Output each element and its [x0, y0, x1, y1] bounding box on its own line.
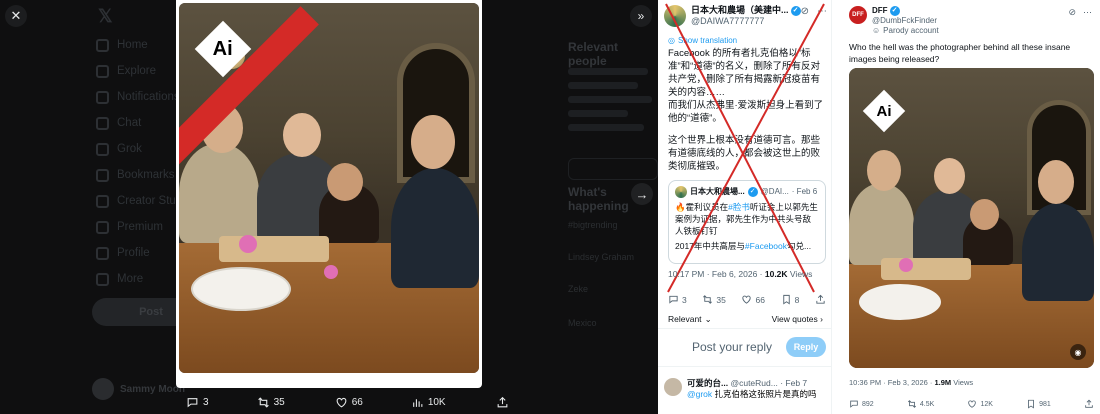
show-translation-link[interactable]: ◎ Show translation	[668, 36, 737, 45]
share-icon	[816, 294, 825, 304]
trend-item: #bigtrending	[568, 220, 618, 230]
nav-profile: Profile	[96, 244, 150, 262]
reply-action[interactable]: 3	[186, 396, 209, 409]
mask-icon: ☺	[872, 26, 881, 35]
tweet-body: Facebook 的所有者扎克伯格以“标准”和“道德”的名义，删除了所有反对共产…	[668, 48, 824, 172]
nav-more: More	[96, 270, 143, 288]
share-action[interactable]	[1084, 399, 1094, 409]
verified-icon: ✓	[747, 187, 758, 197]
photo-frame: Ai	[176, 0, 482, 388]
tweet-header-icons: ⊘ ⋯	[1068, 7, 1092, 18]
bookmark-icon	[782, 294, 790, 305]
bookmark-action[interactable]: 981	[1026, 399, 1051, 409]
heart-icon	[336, 397, 347, 407]
trend-item: Mexico	[568, 318, 597, 328]
right-tweet: DFF DFF ✓ @DumbFckFinder ☺ Parody account …	[843, 0, 1100, 414]
next-image-icon[interactable]: →	[631, 183, 653, 205]
like-action[interactable]: 66	[741, 294, 765, 305]
globe-icon: ◎	[668, 36, 675, 45]
author-name[interactable]: 日本大和農場（美建中... ✓	[691, 5, 801, 16]
heart-icon	[968, 400, 977, 408]
sort-relevant[interactable]: Relevant ⌄	[668, 314, 712, 325]
author-handle[interactable]: @DAIWA7777777	[691, 16, 801, 27]
tweet-header: DFF DFF ✓ @DumbFckFinder ☺ Parody account	[849, 6, 939, 36]
nav-home: Home	[96, 36, 148, 54]
tweet-actions: 892 4.5K 12K 981	[849, 399, 1094, 409]
reply-icon	[187, 397, 198, 407]
repost-action[interactable]: 4.5K	[907, 399, 934, 409]
nav-grok: Grok	[96, 140, 142, 158]
views-icon	[412, 398, 423, 407]
profile-bg: Sammy Moon	[92, 378, 185, 400]
share-icon	[1085, 399, 1093, 408]
like-action[interactable]: 66	[335, 396, 363, 409]
tweet-header-icons: ⊘ ⋯	[801, 6, 827, 17]
parody-label: ☺ Parody account	[872, 26, 939, 35]
quote-avatar	[675, 186, 687, 198]
reply-action[interactable]: 892	[849, 399, 874, 409]
nav-chat: Chat	[96, 114, 141, 132]
repost-icon	[703, 295, 713, 304]
more-icon[interactable]: ⋯	[817, 6, 827, 17]
nav-premium: Premium	[96, 218, 163, 236]
nav-bookmarks: Bookmarks	[96, 166, 175, 184]
chevron-down-icon: ⌄	[704, 314, 712, 324]
repost-icon	[257, 396, 269, 408]
tweet-actions: 3 35 66 8	[668, 294, 826, 305]
nav-notifications: Notifications	[96, 88, 180, 106]
media-viewer: 𝕏 Home Explore Notifications Chat Grok B…	[0, 0, 658, 414]
share-action[interactable]	[496, 396, 509, 409]
view-quotes-link[interactable]: View quotes ›	[772, 314, 823, 324]
dinner-photo[interactable]: Ai ◉	[849, 68, 1094, 368]
tweet-body: Who the hell was the photographer behind…	[849, 42, 1071, 64]
screenshot-root: 𝕏 Home Explore Notifications Chat Grok B…	[0, 0, 1100, 414]
trend-item: Zeke	[568, 284, 589, 294]
camera-icon[interactable]: ◉	[1070, 344, 1086, 360]
relevant-people-header: Relevant people	[568, 40, 619, 68]
middle-tweet: 日本大和農場（美建中... ✓ @DAIWA7777777 ⊘ ⋯ ◎ Show t…	[658, 0, 832, 414]
share-action[interactable]	[815, 294, 826, 305]
x-logo-icon: 𝕏	[98, 6, 113, 26]
bookmark-icon	[1028, 399, 1035, 409]
chevron-right-icon: ›	[820, 314, 823, 324]
avatar[interactable]	[664, 5, 686, 27]
repost-action[interactable]: 35	[702, 294, 726, 305]
viewer-action-bar: 3 35 66 10K	[176, 392, 507, 412]
avatar[interactable]	[664, 378, 682, 396]
bookmark-action[interactable]: 8	[781, 294, 799, 305]
quoted-tweet[interactable]: 日本大和農場... ✓ @DAI... · Feb 6 🔥霍利议员在#脸书听证会…	[668, 180, 826, 264]
dinner-photo[interactable]: Ai	[179, 3, 479, 373]
reply-button[interactable]: Reply	[786, 337, 826, 357]
views-action[interactable]: 10K	[411, 396, 446, 409]
reply-icon	[669, 295, 678, 304]
tweet-timestamp: 10:36 PM · Feb 3, 2026 · 1.9M Views	[849, 378, 974, 387]
nav-explore: Explore	[96, 62, 156, 80]
verified-icon: ✓	[790, 5, 801, 16]
author-handle[interactable]: @DumbFckFinder	[872, 16, 939, 26]
grok-icon[interactable]: ⊘	[1068, 7, 1076, 18]
close-icon[interactable]: ✕	[5, 5, 27, 27]
repost-icon	[907, 400, 916, 408]
more-icon[interactable]: ⋯	[1083, 7, 1092, 18]
verified-icon: ✓	[889, 6, 900, 16]
reply-item[interactable]: 可爱的台... @cuteRud... · Feb 7 @grok 扎克伯格这张…	[664, 378, 828, 400]
like-action[interactable]: 12K	[967, 399, 993, 409]
expand-panel-icon[interactable]: »	[630, 5, 652, 27]
tweet-timestamp: 10:17 PM · Feb 6, 2026 · 10.2K Views	[668, 269, 813, 279]
trend-item: Lindsey Graham	[568, 252, 635, 262]
repost-action[interactable]: 35	[257, 396, 285, 409]
grok-icon[interactable]: ⊘	[801, 6, 809, 17]
background-right-sidebar: Relevant people What's happening #bigtre…	[482, 0, 658, 414]
avatar[interactable]: DFF	[849, 6, 867, 24]
heart-icon	[742, 295, 752, 304]
reply-icon	[850, 400, 858, 408]
share-icon	[497, 396, 507, 407]
reply-action[interactable]: 3	[668, 294, 687, 305]
author-name[interactable]: DFF ✓	[872, 6, 939, 16]
reply-input[interactable]: Post your reply	[692, 340, 772, 354]
